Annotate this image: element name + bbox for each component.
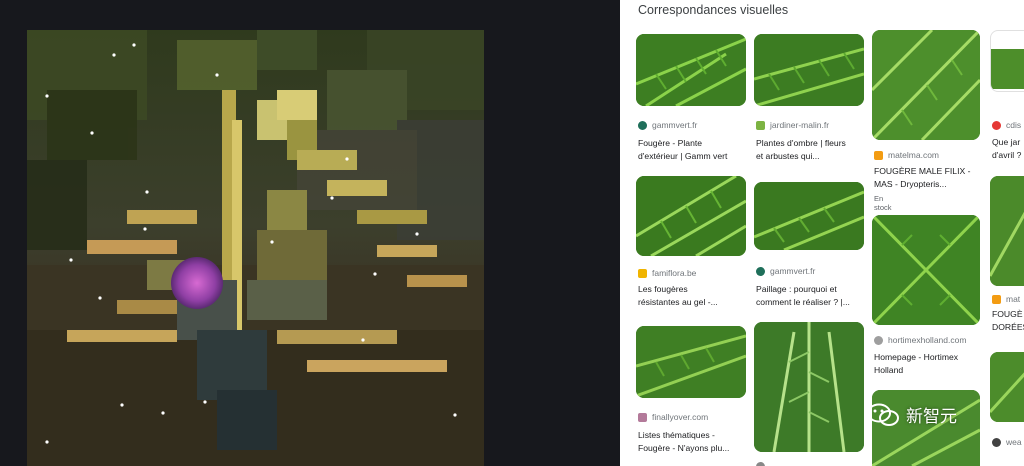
result-caption[interactable]: Listes thématiques - Fougère - N'ayons p… <box>638 429 750 455</box>
result-source[interactable]: gammvert.fr <box>638 120 697 130</box>
result-caption[interactable]: Les fougères résistantes au gel -... <box>638 283 750 309</box>
fern-image <box>636 176 746 256</box>
result-caption[interactable]: Fougère - Plante d'extérieur | Gamm vert <box>638 137 750 163</box>
source-domain: mat <box>1006 294 1021 304</box>
site-favicon-icon <box>992 294 1001 304</box>
pixelated-plant-illustration <box>27 30 484 466</box>
result-source[interactable]: matelma.com <box>874 150 939 160</box>
result-source[interactable]: wea <box>992 437 1022 447</box>
fern-thumbnail[interactable] <box>636 176 746 256</box>
site-favicon-icon <box>756 266 765 276</box>
site-favicon-icon <box>874 335 883 345</box>
fern-image <box>636 326 746 398</box>
site-favicon-icon <box>992 120 1001 130</box>
watermark: 新智元 <box>866 402 957 427</box>
fern-thumbnail[interactable] <box>990 30 1024 92</box>
fern-thumbnail[interactable] <box>754 34 864 106</box>
fern-image <box>754 34 864 106</box>
result-caption[interactable]: Paillage : pourquoi et comment le réalis… <box>756 283 868 309</box>
result-source[interactable]: jardiner-malin.fr <box>756 120 829 130</box>
source-domain: cdis <box>1006 120 1022 130</box>
result-source[interactable]: cdis <box>992 120 1021 130</box>
left-dark-pane <box>0 0 620 466</box>
wechat-logo-icon <box>867 403 899 426</box>
query-image-pixelated-plant[interactable] <box>27 30 484 466</box>
result-caption[interactable]: Que jar d'avril ? <box>992 136 1024 162</box>
site-favicon-icon <box>756 120 765 130</box>
result-source[interactable]: finallyover.com <box>638 412 708 422</box>
source-domain: gammvert.fr <box>652 120 698 130</box>
watermark-text: 新智元 <box>906 407 957 427</box>
fern-thumbnail[interactable] <box>754 322 864 452</box>
result-source[interactable]: famiflora.be <box>638 268 696 278</box>
fern-image <box>636 34 746 106</box>
source-domain: matelma.com <box>888 150 940 160</box>
result-caption[interactable]: FOUGÈRE MALE FILIX - MAS - Dryopteris... <box>874 165 984 191</box>
panel-title: Correspondances visuelles <box>638 3 789 17</box>
fern-thumbnail[interactable] <box>990 352 1024 422</box>
result-source[interactable]: hortimexholland.com <box>874 335 966 345</box>
fern-image <box>990 176 1024 286</box>
site-favicon-icon <box>638 268 647 278</box>
result-source[interactable]: mat <box>992 294 1020 304</box>
site-favicon-icon <box>874 150 883 160</box>
fern-thumbnail[interactable] <box>872 30 980 140</box>
fern-image <box>991 49 1024 89</box>
result-caption[interactable]: FOUGÈ DORÉES <box>992 308 1024 334</box>
fern-thumbnail[interactable] <box>754 182 864 250</box>
site-favicon-icon <box>638 120 647 130</box>
fern-thumbnail[interactable] <box>636 34 746 106</box>
result-source[interactable]: gammvert.fr <box>756 266 815 276</box>
fern-image <box>754 182 864 250</box>
visual-matches-panel: Correspondances visuelles gammvert.fr Fo… <box>620 0 1024 466</box>
fern-thumbnail[interactable] <box>872 215 980 325</box>
source-domain: gammvert.fr <box>770 266 816 276</box>
fern-image <box>754 322 864 452</box>
source-domain: famiflora.be <box>652 268 697 278</box>
result-source[interactable] <box>756 462 765 466</box>
result-caption[interactable]: Homepage - Hortimex Holland <box>874 351 984 377</box>
fern-thumbnail[interactable] <box>636 326 746 398</box>
stock-status: En stock <box>874 194 892 212</box>
fern-thumbnail[interactable] <box>990 176 1024 286</box>
source-domain: hortimexholland.com <box>888 335 967 345</box>
source-domain: finallyover.com <box>652 412 709 422</box>
site-favicon-icon <box>992 437 1001 447</box>
fern-image <box>872 215 980 325</box>
fern-image <box>872 30 980 140</box>
result-caption[interactable]: Plantes d'ombre | fleurs et arbustes qui… <box>756 137 868 163</box>
source-domain: jardiner-malin.fr <box>770 120 830 130</box>
site-favicon-icon <box>756 462 765 466</box>
fern-image <box>990 352 1024 422</box>
source-domain: wea <box>1006 437 1022 447</box>
site-favicon-icon <box>638 412 647 422</box>
